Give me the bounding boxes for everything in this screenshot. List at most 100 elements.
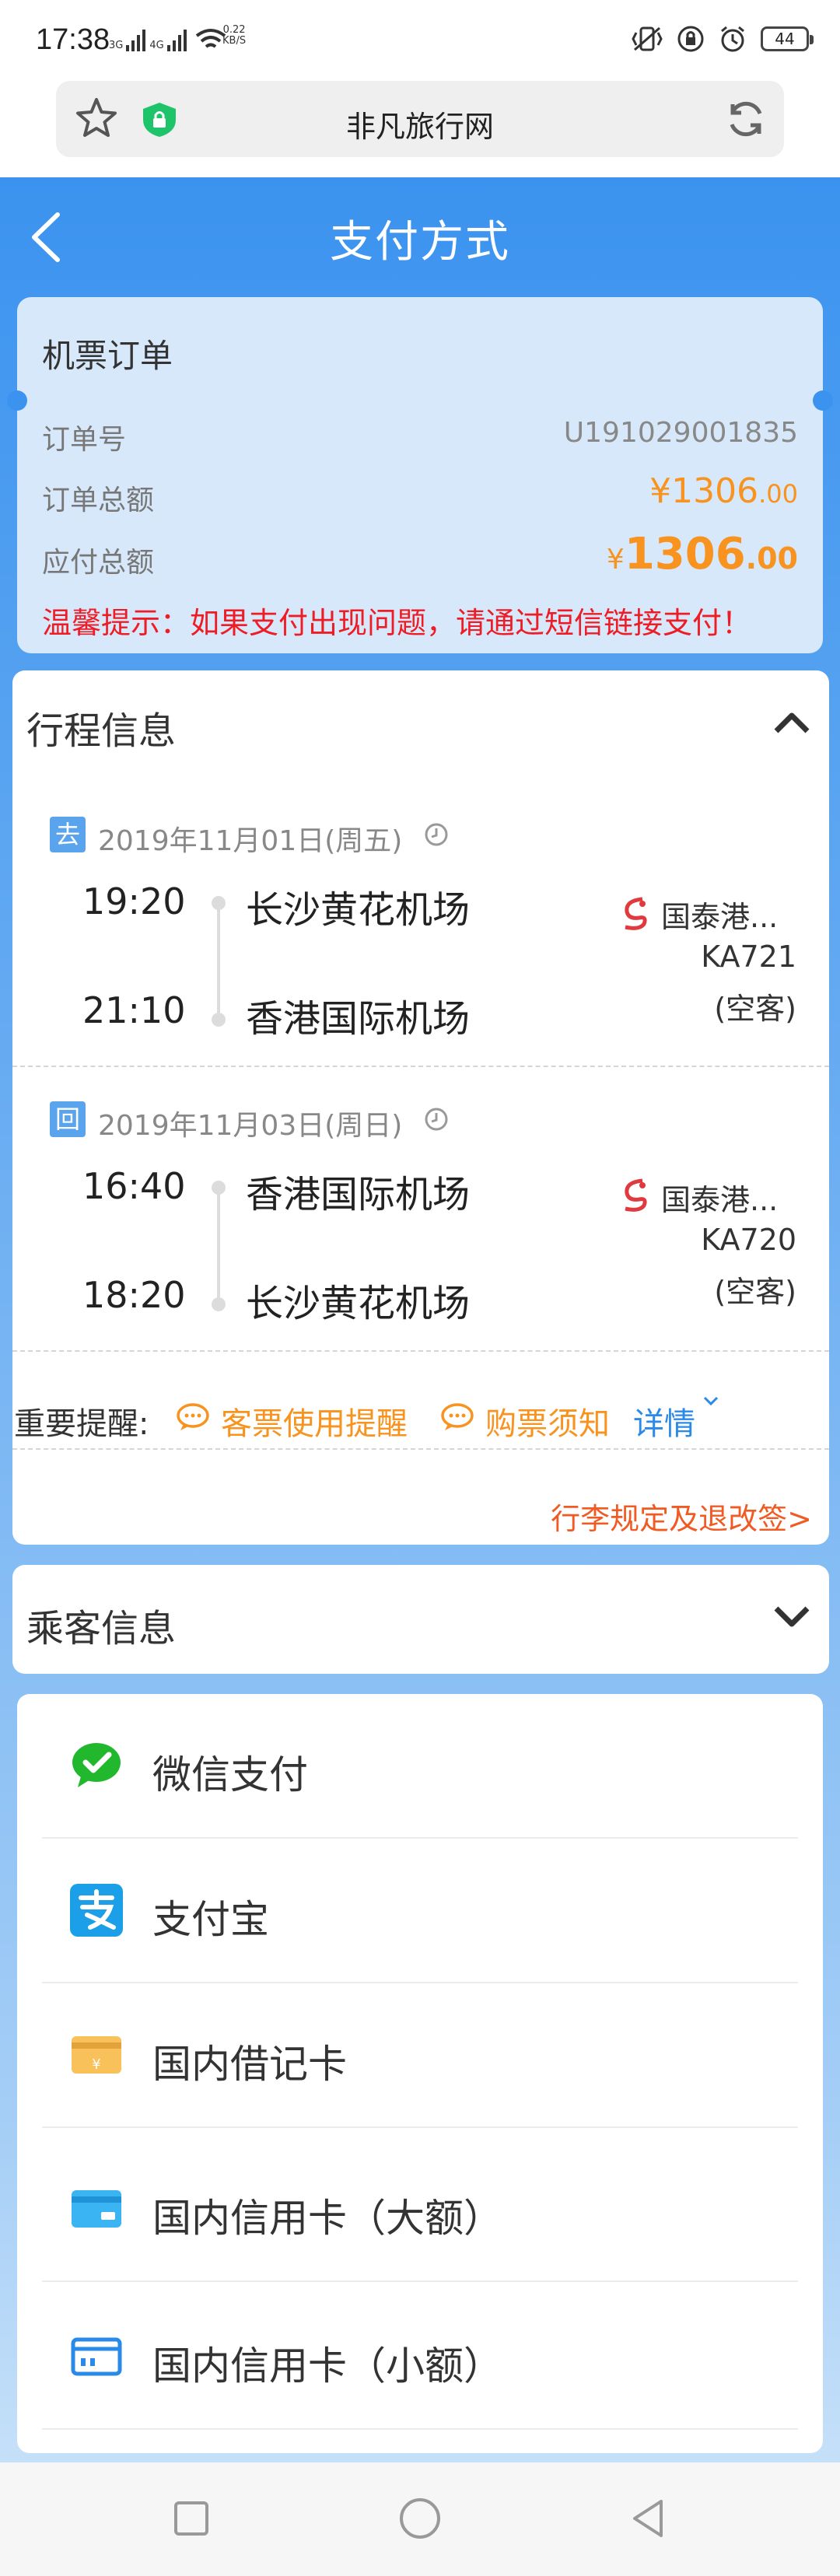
luggage-refund-link[interactable]: 行李规定及退改签> xyxy=(551,1495,812,1538)
timeline-line xyxy=(217,908,220,1013)
svg-text:¥: ¥ xyxy=(92,2056,100,2073)
back-icon[interactable] xyxy=(627,2497,670,2540)
details-link[interactable]: 详情 xyxy=(633,1398,695,1444)
arrival-time: 18:20 xyxy=(82,1274,186,1316)
network-4g-label: 4G xyxy=(149,40,164,51)
network-speed: 0.22 KB/S xyxy=(222,25,246,47)
segment-date: 2019年11月01日(周五) xyxy=(98,825,403,857)
debit-card-icon: ¥ xyxy=(72,2036,121,2074)
flight-number: KA720 xyxy=(701,1223,796,1257)
payment-option-credit-card-small[interactable]: 国内信用卡（小额） xyxy=(42,2285,798,2430)
status-time: 17:38 xyxy=(36,23,110,56)
lock-rotation-icon xyxy=(677,26,704,52)
timeline-dot xyxy=(212,1013,226,1027)
chevron-up-icon[interactable] xyxy=(772,706,812,737)
airline-logo-icon xyxy=(625,1178,647,1212)
ticket-usage-reminder-link[interactable]: 客票使用提醒 xyxy=(221,1398,408,1444)
home-icon[interactable] xyxy=(398,2497,442,2540)
airline-logo-icon xyxy=(625,897,647,930)
order-total-integer: 1306 xyxy=(671,471,759,511)
reminder-divider xyxy=(12,1448,829,1450)
page-title: 支付方式 xyxy=(330,217,510,268)
payment-option-alipay[interactable]: 支付宝 xyxy=(42,1839,798,1983)
order-total-currency: ¥ xyxy=(649,471,672,511)
order-number-row: 订单号 U191029001835 xyxy=(42,411,798,457)
credit-card-small-icon xyxy=(71,2337,122,2376)
recent-apps-icon[interactable] xyxy=(170,2497,213,2540)
battery-indicator: 44 xyxy=(761,26,814,51)
order-number-label: 订单号 xyxy=(42,424,127,456)
payable-decimal: .00 xyxy=(745,541,798,576)
return-tag: 回 xyxy=(50,1101,86,1137)
speed-unit: KB/S xyxy=(222,35,247,47)
order-summary-card: 机票订单 订单号 U191029001835 订单总额 ¥1306.00 应付总… xyxy=(7,297,833,653)
payment-methods-card: 微信支付 支付宝 ¥ 国内借记卡 国内信用卡（大额） 国内信用卡（小额） xyxy=(17,1694,823,2453)
segment-divider xyxy=(12,1066,829,1067)
signal-bars-icon xyxy=(126,30,146,51)
chevron-down-icon[interactable] xyxy=(772,1601,812,1632)
payment-option-label: 国内借记卡 xyxy=(152,2042,347,2087)
system-navigation-bar xyxy=(0,2462,840,2576)
credit-card-large-icon xyxy=(72,2190,121,2228)
outbound-tag: 去 xyxy=(50,817,86,852)
wifi-icon xyxy=(195,29,226,48)
order-number-value: U191029001835 xyxy=(563,417,798,449)
payment-option-label: 国内信用卡（大额） xyxy=(152,2196,502,2241)
browser-url-bar[interactable]: 非凡旅行网 xyxy=(56,81,784,157)
status-icons: 44 xyxy=(632,23,814,54)
aircraft-type: (空客) xyxy=(714,1275,796,1309)
departure-time: 19:20 xyxy=(82,880,186,922)
departure-time: 16:40 xyxy=(82,1165,186,1207)
departure-airport: 香港国际机场 xyxy=(246,1173,471,1216)
arrival-airport: 香港国际机场 xyxy=(246,997,471,1041)
payment-option-credit-card-large[interactable]: 国内信用卡（大额） xyxy=(42,2137,798,2282)
payment-warning: 温馨提示：如果支付出现问题，请通过短信链接支付！ xyxy=(42,606,752,640)
alarm-icon xyxy=(721,26,744,52)
payment-option-debit-card[interactable]: ¥ 国内借记卡 xyxy=(42,1983,798,2128)
order-title: 机票订单 xyxy=(42,337,173,375)
payable-integer: 1306 xyxy=(624,529,746,579)
chat-bubble-icon xyxy=(177,1403,209,1430)
payment-option-wechat[interactable]: 微信支付 xyxy=(42,1694,798,1839)
trip-info-title: 行程信息 xyxy=(26,709,177,753)
order-total-row: 订单总额 ¥1306.00 xyxy=(42,471,798,518)
segment-divider xyxy=(12,1350,829,1352)
chevron-down-icon[interactable] xyxy=(702,1391,720,1409)
status-bar: 17:38 3G 4G 0.22 KB/S 44 xyxy=(0,0,840,78)
arrival-time: 21:10 xyxy=(82,989,186,1031)
payable-total-amount: ¥1306.00 xyxy=(607,529,798,579)
timeline-line xyxy=(217,1193,220,1297)
payable-total-label: 应付总额 xyxy=(42,547,155,579)
purchase-notice-link[interactable]: 购票须知 xyxy=(485,1398,610,1444)
payment-option-label: 国内信用卡（小额） xyxy=(152,2343,502,2389)
divider xyxy=(42,2428,798,2430)
departure-airport: 长沙黄花机场 xyxy=(246,888,471,932)
order-total-decimal: .00 xyxy=(758,479,798,509)
aircraft-type: (空客) xyxy=(714,992,796,1026)
order-total-amount: ¥1306.00 xyxy=(649,471,798,511)
wechat-pay-icon xyxy=(72,1743,121,1787)
flight-number: KA721 xyxy=(701,940,796,974)
network-3g-label: 3G xyxy=(109,40,124,51)
payable-total-row: 应付总额 ¥1306.00 xyxy=(42,529,798,580)
divider xyxy=(42,2280,798,2282)
clock-icon xyxy=(425,1108,448,1131)
passenger-info-title: 乘客信息 xyxy=(26,1607,177,1650)
ticket-notch-left xyxy=(7,390,27,411)
divider xyxy=(42,2126,798,2128)
browser-page-title: 非凡旅行网 xyxy=(345,110,494,144)
signal-indicators: 3G 4G xyxy=(109,28,226,51)
airline-name: 国泰港... xyxy=(661,1183,779,1217)
speed-value: 0.22 xyxy=(222,24,246,36)
payment-option-label: 支付宝 xyxy=(152,1897,269,1942)
ticket-notch-right xyxy=(813,390,833,411)
signal-bars-icon xyxy=(166,30,187,51)
refresh-icon[interactable] xyxy=(723,96,768,142)
reminder-label: 重要提醒: xyxy=(14,1406,149,1442)
segment-date: 2019年11月03日(周日) xyxy=(98,1110,403,1142)
clock-icon xyxy=(425,823,448,846)
chat-bubble-icon xyxy=(441,1403,474,1430)
payable-currency: ¥ xyxy=(606,544,625,576)
vibrate-icon xyxy=(632,26,663,51)
timeline-dot xyxy=(212,1297,226,1311)
